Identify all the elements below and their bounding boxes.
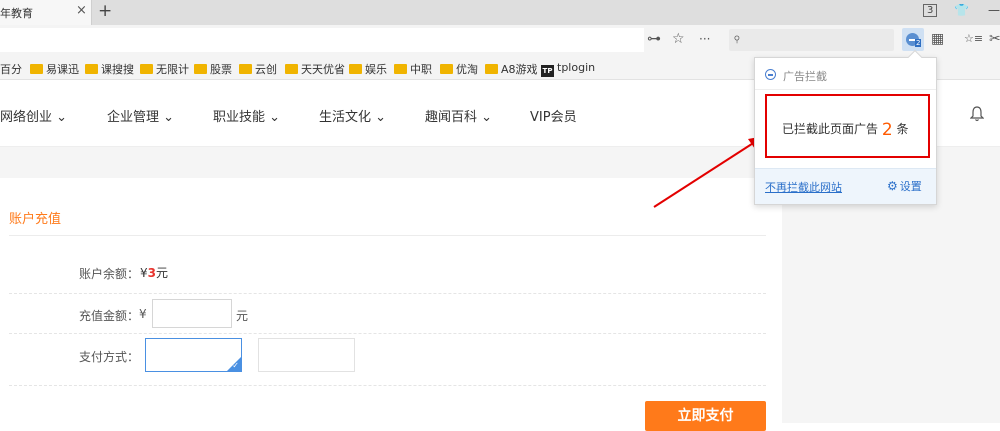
nav-item-skills[interactable]: 职业技能 ⌄: [213, 106, 280, 125]
blocked-message-prefix: 已拦截此页面广告: [782, 122, 879, 136]
bookmark-label: 无限计: [156, 63, 189, 76]
recharge-panel: 账户充值 账户余额： ¥3元 充值金额： ¥ 元 支付方式： ✓ 立即支付: [0, 178, 782, 431]
folder-icon: [85, 64, 98, 74]
bookmark-item[interactable]: 中职: [394, 61, 432, 77]
bookmark-item[interactable]: 股票: [194, 61, 232, 77]
bookmark-label: 中职: [410, 63, 432, 76]
url-input[interactable]: [0, 28, 644, 52]
nav-item-management[interactable]: 企业管理 ⌄: [107, 106, 174, 125]
disable-adblock-link[interactable]: 不再拦截此网站: [765, 179, 842, 195]
bookmark-label: 课搜搜: [101, 63, 134, 76]
section-title: 账户充值: [9, 212, 62, 227]
new-tab-icon[interactable]: +: [98, 1, 112, 21]
bookmark-item[interactable]: 百分: [0, 61, 22, 77]
bookmark-label: 娱乐: [365, 63, 387, 76]
bookmark-label: 优淘: [456, 63, 478, 76]
tab-count-badge[interactable]: 3: [923, 4, 938, 17]
key-icon[interactable]: ⊶: [647, 31, 661, 47]
settings-label: 设置: [899, 180, 922, 193]
bell-icon[interactable]: [969, 106, 985, 126]
bookmark-label: 云创: [255, 63, 277, 76]
blocked-count: 2: [881, 120, 893, 140]
amount-unit: 元: [236, 309, 249, 323]
settings-button[interactable]: ⚙ 设置: [887, 178, 922, 194]
browser-tab[interactable]: 年教育 ×: [0, 0, 92, 25]
tab-close-icon[interactable]: ×: [76, 3, 87, 18]
search-icon: ⌕: [728, 29, 746, 47]
amount-input[interactable]: [152, 299, 232, 328]
search-input[interactable]: ⌕: [728, 29, 894, 51]
bookmark-label: 天天优省: [301, 63, 345, 76]
check-icon: ✓: [232, 361, 239, 370]
pay-method-label: 支付方式：: [79, 350, 140, 364]
address-bar: ⊶ ☆ ··· ⌕ 2 ▦ ☆≡ ✂: [0, 25, 1000, 55]
adblock-icon: [765, 69, 776, 80]
balance-value: ¥3元: [140, 264, 168, 281]
bookmark-item[interactable]: 无限计: [140, 61, 189, 77]
nav-item-vip[interactable]: VIP会员: [530, 106, 577, 125]
popup-footer: 不再拦截此网站 ⚙ 设置: [755, 168, 936, 204]
bookmark-item[interactable]: TP tplogin: [541, 61, 595, 77]
right-sidebar: [782, 178, 1000, 423]
divider: [9, 293, 766, 294]
pay-now-button[interactable]: 立即支付: [645, 401, 766, 431]
tab-bar: 年教育 × + 3 👕 —: [0, 0, 1000, 25]
bookmark-label: tplogin: [557, 61, 596, 74]
adblock-count-badge: 2: [915, 39, 922, 47]
bookmark-item[interactable]: A8游戏: [485, 61, 538, 77]
balance-number: 3: [147, 266, 156, 280]
folder-icon: [349, 64, 362, 74]
balance-currency: ¥: [140, 266, 148, 280]
pay-option[interactable]: [258, 338, 355, 372]
bookmark-label: 股票: [210, 63, 232, 76]
amount-currency: ¥: [139, 307, 147, 321]
pay-option-selected[interactable]: ✓: [145, 338, 242, 372]
folder-icon: [485, 64, 498, 74]
popup-header: 广告拦截: [755, 58, 936, 90]
folder-icon: [440, 64, 453, 74]
apps-grid-icon[interactable]: ▦: [931, 31, 944, 47]
adblock-button[interactable]: 2: [902, 28, 924, 51]
popup-title: 广告拦截: [783, 70, 827, 83]
skin-icon[interactable]: 👕: [954, 3, 969, 17]
bookmark-item[interactable]: 天天优省: [285, 61, 345, 77]
tab-title: 年教育: [0, 7, 33, 20]
divider: [9, 333, 766, 334]
amount-label: 充值金额：: [79, 309, 140, 323]
bookmark-item[interactable]: 优淘: [440, 61, 478, 77]
favorites-icon[interactable]: ☆≡: [964, 32, 983, 45]
blocked-message: 已拦截此页面广告 2 条: [782, 120, 909, 140]
tplogin-logo-icon: TP: [541, 65, 554, 77]
minimize-icon[interactable]: —: [988, 3, 1000, 17]
bookmark-label: 易课迅: [46, 63, 79, 76]
bookmark-item[interactable]: 云创: [239, 61, 277, 77]
divider: [9, 235, 766, 236]
blocked-message-suffix: 条: [896, 122, 909, 136]
folder-icon: [140, 64, 153, 74]
adblock-popup: 广告拦截 已拦截此页面广告 2 条 不再拦截此网站 ⚙ 设置: [754, 49, 937, 205]
folder-icon: [285, 64, 298, 74]
nav-item-encyclopedia[interactable]: 趣闻百科 ⌄: [425, 106, 492, 125]
folder-icon: [30, 64, 43, 74]
gear-icon: ⚙: [887, 179, 898, 193]
highlight-box: 已拦截此页面广告 2 条: [765, 94, 930, 158]
nav-item-lifestyle[interactable]: 生活文化 ⌄: [319, 106, 386, 125]
folder-icon: [394, 64, 407, 74]
screenshot-icon[interactable]: ✂: [989, 31, 1000, 47]
bookmark-label: A8游戏: [501, 63, 538, 76]
balance-unit: 元: [156, 266, 169, 280]
bookmark-item[interactable]: 课搜搜: [85, 61, 134, 77]
balance-label: 账户余额：: [79, 267, 140, 281]
folder-icon: [194, 64, 207, 74]
bookmark-item[interactable]: 娱乐: [349, 61, 387, 77]
divider: [9, 385, 766, 386]
bookmark-item[interactable]: 易课迅: [30, 61, 79, 77]
folder-icon: [239, 64, 252, 74]
star-icon[interactable]: ☆: [672, 31, 685, 47]
nav-item-online-business[interactable]: 网络创业 ⌄: [0, 106, 67, 125]
more-icon[interactable]: ···: [699, 32, 710, 46]
